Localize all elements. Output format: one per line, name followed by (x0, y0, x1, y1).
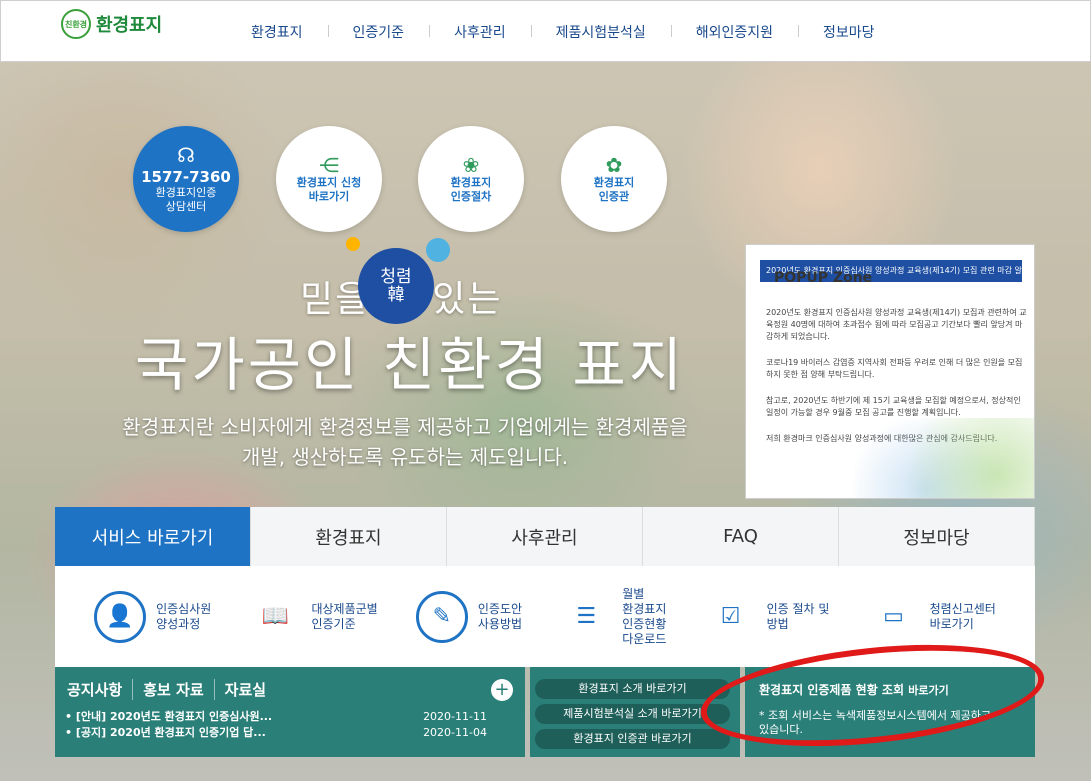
popup-title: POPUP Zone (774, 270, 873, 286)
decor-dot-yellow (346, 237, 360, 251)
list-item[interactable]: • [안내] 2020년도 환경표지 인증심사원... 2020-11-11 (65, 709, 517, 725)
check-doc-icon: ☑ (720, 604, 741, 629)
eco-logo-icon: 친환경 (61, 9, 91, 39)
checklist-icon: ☰ (576, 604, 597, 629)
notice-date: 2020-11-04 (423, 726, 487, 739)
service-label: 인증도안 사용방법 (477, 601, 523, 631)
hero-description: 환경표지란 소비자에게 환경정보를 제공하고 기업에게는 환경제품을 개발, 생… (122, 415, 688, 469)
service-integrity-center[interactable]: ▭ 청렴신고센터 바로가기 (868, 591, 996, 643)
hero-title: 국가공인 친환경 표지 (135, 331, 686, 399)
share-network-icon: ⋲ (319, 153, 339, 177)
hall-button[interactable]: ✿ 환경표지 인증관 (561, 126, 667, 232)
service-tabs: 서비스 바로가기 환경표지 사후관리 FAQ 정보마당 (55, 507, 1035, 566)
service-monthly-download[interactable]: ☰ 월별 환경표지 인증현황 다운로드 (560, 587, 666, 647)
notice-title[interactable]: • [공지] 2020년 환경표지 인증기업 답... (65, 725, 266, 741)
site-header: 친환경 환경표지 환경표지 인증기준 사후관리 제품시험분석실 해외인증지원 정… (0, 0, 1091, 62)
service-label: 대상제품군별 인증기준 (311, 601, 378, 631)
site-logo[interactable]: 친환경 환경표지 (61, 9, 162, 39)
notice-list: • [안내] 2020년도 환경표지 인증심사원... 2020-11-11 •… (65, 709, 517, 741)
tab-info[interactable]: 정보마당 (839, 507, 1035, 566)
monitor-icon: ▭ (883, 604, 904, 629)
service-design-usage[interactable]: ✎ 인증도안 사용방법 (415, 590, 523, 643)
eco-label-intro-link[interactable]: 환경표지 소개 바로가기 (535, 679, 730, 699)
service-criteria[interactable]: 📖 대상제품군별 인증기준 (249, 591, 378, 643)
apply-button[interactable]: ⋲ 환경표지 신청 바로가기 (276, 126, 382, 232)
nav-item-test-lab[interactable]: 제품시험분석실 (530, 22, 671, 42)
popup-paragraph: 코로나19 바이러스 감염증 지역사회 전파등 우려로 인해 더 많은 인원을 … (766, 358, 1023, 379)
nav-item-eco-label[interactable]: 환경표지 (226, 22, 328, 42)
leaf-cycle-icon: ❀ (462, 153, 480, 177)
tab-archive[interactable]: 자료실 (225, 679, 276, 700)
user-icon: 👤 (94, 590, 147, 643)
nav-item-overseas[interactable]: 해외인증지원 (670, 22, 798, 42)
tab-faq[interactable]: FAQ (643, 507, 839, 566)
hall-label: 환경표지 인증관 (593, 176, 635, 203)
procedure-button[interactable]: ❀ 환경표지 인증절차 (418, 126, 524, 232)
book-icon: 📖 (261, 604, 290, 629)
popup-paragraph: 참고로, 2020년도 하반기에 제 15기 교육생을 모집할 예정으로서, 정… (766, 396, 1021, 417)
eco-badge-icon: ✿ (605, 153, 623, 177)
tab-aftercare[interactable]: 사후관리 (447, 507, 643, 566)
nav-item-info[interactable]: 정보마당 (798, 22, 900, 42)
service-label: 월별 환경표지 인증현황 다운로드 (622, 586, 667, 646)
tab-eco-label[interactable]: 환경표지 (251, 507, 447, 566)
decor-dot-blue (426, 238, 450, 262)
main-nav: 환경표지 인증기준 사후관리 제품시험분석실 해외인증지원 정보마당 (226, 1, 900, 63)
integrity-seal: 청렴 韓 (358, 248, 434, 324)
tab-service-shortcuts[interactable]: 서비스 바로가기 (55, 507, 251, 566)
notice-panel: 공지사항 홍보 자료 자료실 + • [안내] 2020년도 환경표지 인증심사… (55, 667, 525, 757)
headset-icon: ☊ (177, 143, 195, 167)
popup-paragraph: 2020년도 환경표지 인증심사원 양성과정 교육생(제14기) 모집과 관련하… (766, 308, 1027, 341)
notice-date: 2020-11-11 (423, 710, 487, 723)
call-center-button[interactable]: ☊ 1577-7360 환경표지인증 상담센터 (133, 126, 239, 232)
apply-label: 환경표지 신청 바로가기 (296, 176, 362, 203)
pencil-icon: ✎ (415, 590, 468, 643)
nav-item-aftercare[interactable]: 사후관리 (429, 22, 531, 42)
service-procedure[interactable]: ☑ 인증 절차 및 방법 (705, 591, 830, 643)
notice-title[interactable]: • [안내] 2020년도 환경표지 인증심사원... (65, 709, 272, 725)
logo-text: 환경표지 (96, 15, 163, 36)
procedure-label: 환경표지 인증절차 (450, 176, 492, 203)
tab-notice[interactable]: 공지사항 (67, 679, 134, 700)
service-label: 인증심사원 양성과정 (156, 601, 212, 631)
popup-zone[interactable]: 2020년도 환경표지 인증심사원 양성과정 교육생(제14기) 모집 관련 마… (745, 244, 1035, 499)
nav-item-criteria[interactable]: 인증기준 (327, 22, 430, 42)
notice-tabs: 공지사항 홍보 자료 자료실 (67, 679, 276, 700)
service-auditor-course[interactable]: 👤 인증심사원 양성과정 (94, 590, 212, 643)
service-label: 청렴신고센터 바로가기 (929, 601, 996, 631)
service-label: 인증 절차 및 방법 (766, 601, 830, 631)
certification-hall-link[interactable]: 환경표지 인증관 바로가기 (535, 729, 730, 749)
more-button[interactable]: + (491, 679, 513, 701)
list-item[interactable]: • [공지] 2020년 환경표지 인증기업 답... 2020-11-04 (65, 725, 517, 741)
popup-decoration (854, 418, 1034, 498)
phone-number: 1577-7360 (141, 168, 231, 186)
call-center-label: 환경표지인증 상담센터 (155, 186, 217, 213)
tab-pr[interactable]: 홍보 자료 (143, 679, 215, 700)
